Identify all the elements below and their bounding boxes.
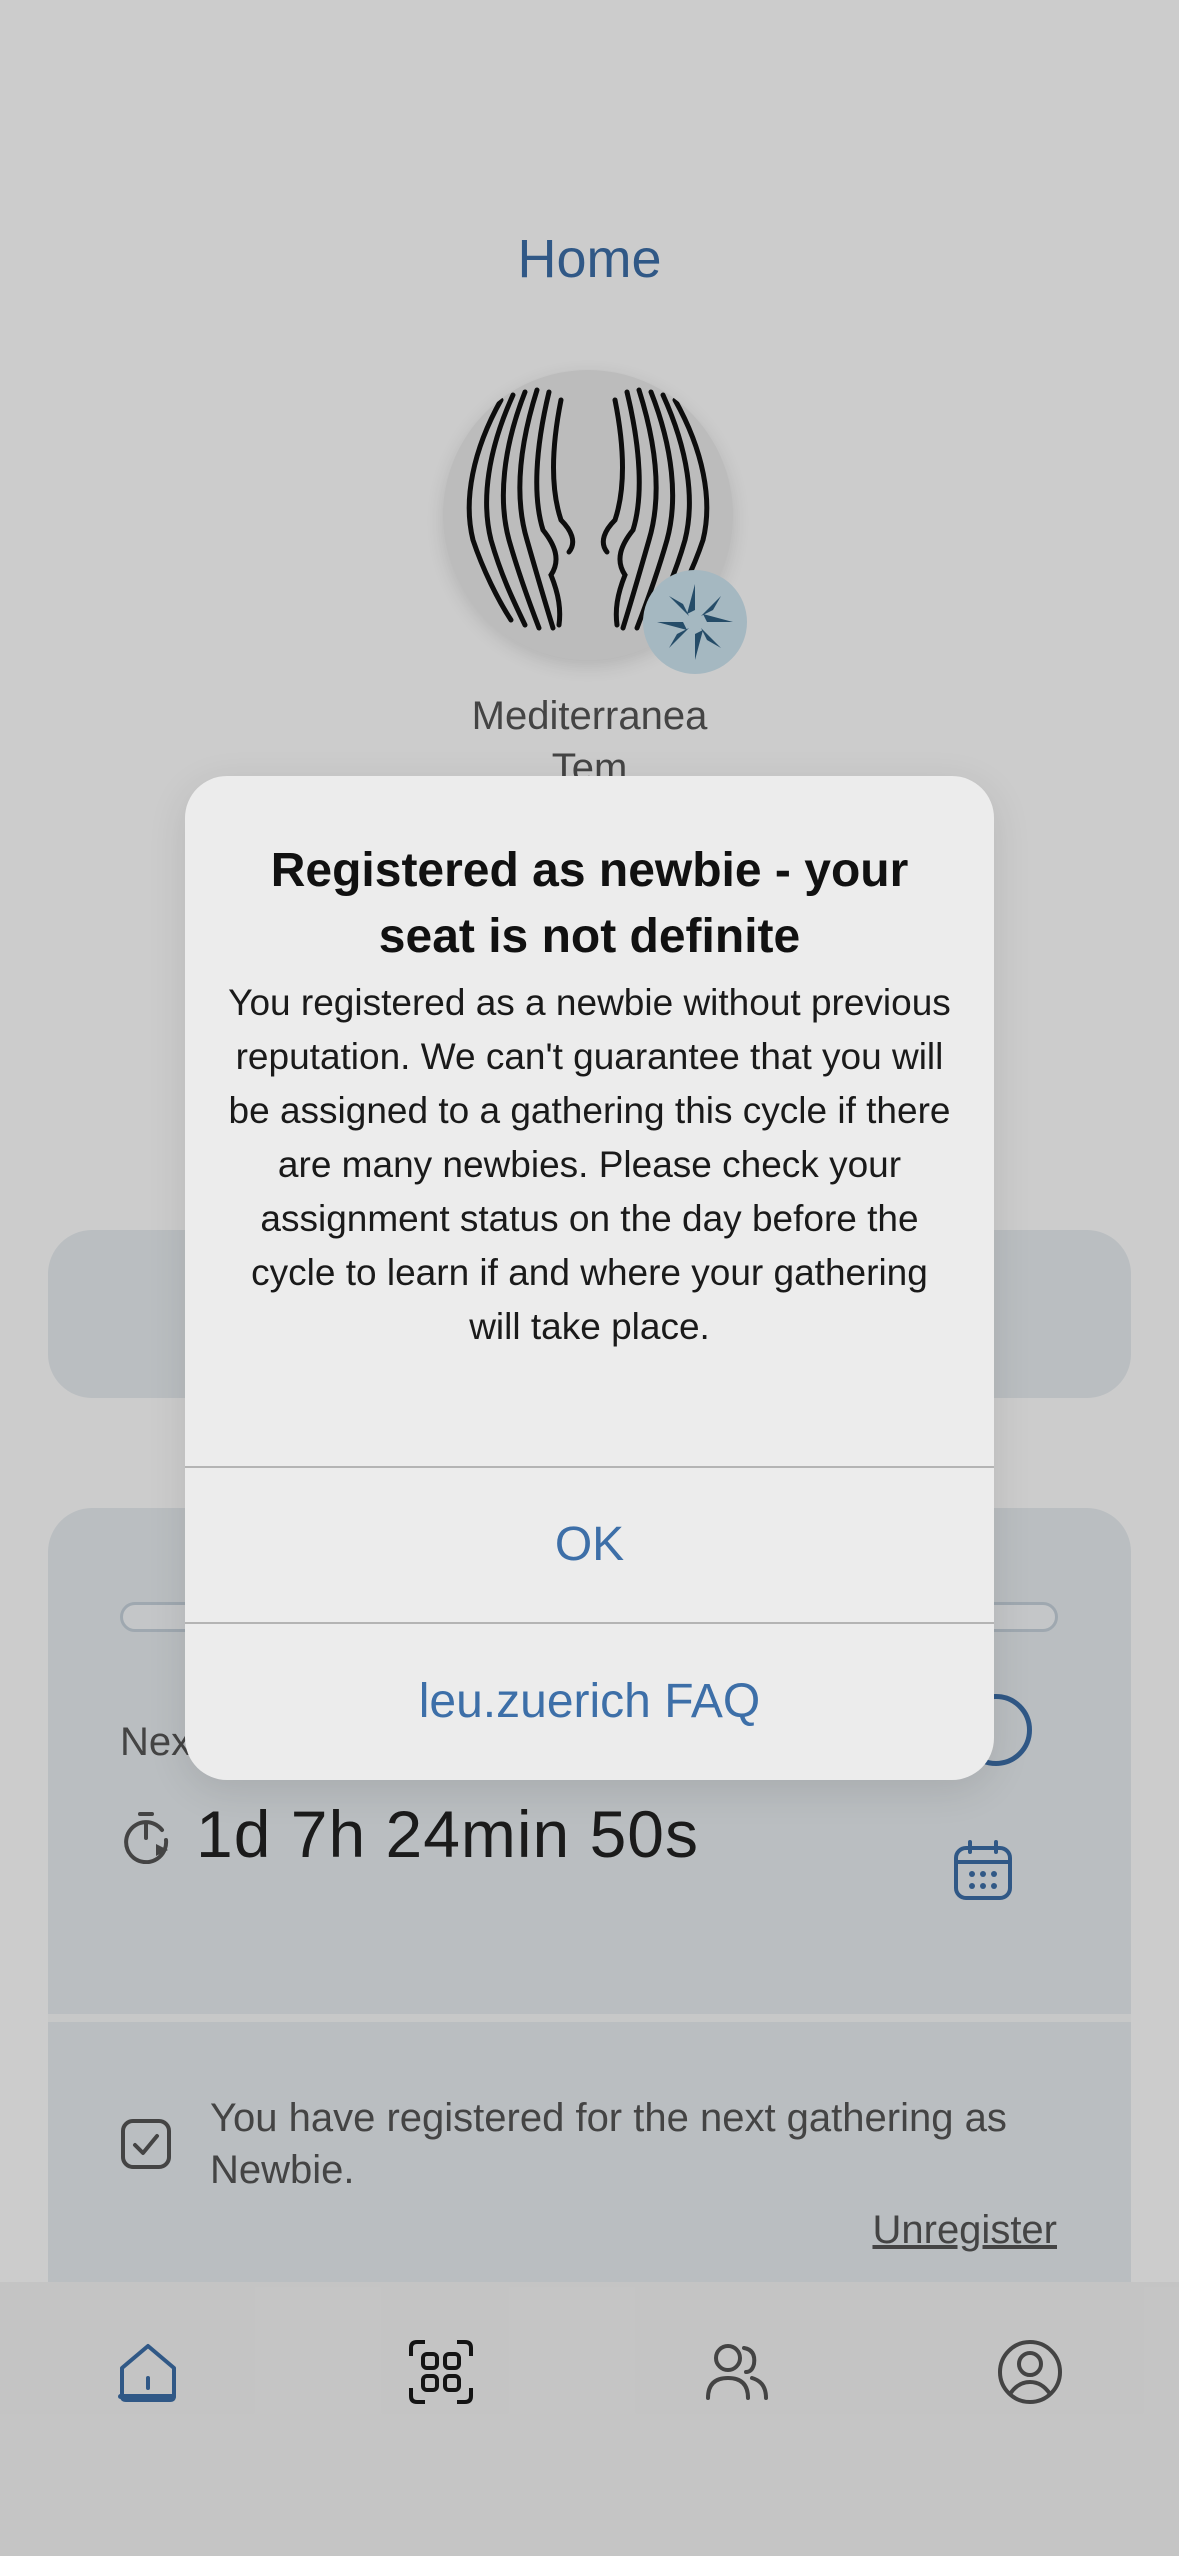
- newbie-alert-dialog: Registered as newbie - your seat is not …: [185, 776, 994, 1780]
- alert-title: Registered as newbie - your seat is not …: [270, 844, 909, 963]
- home-screen: Home Mediterranea Tem Nex 1d 7h 24min 50…: [0, 0, 1179, 2556]
- faq-button[interactable]: leu.zuerich FAQ: [185, 1624, 994, 1780]
- alert-message: You registered as a newbie without previ…: [228, 982, 951, 1347]
- ok-button[interactable]: OK: [185, 1468, 994, 1622]
